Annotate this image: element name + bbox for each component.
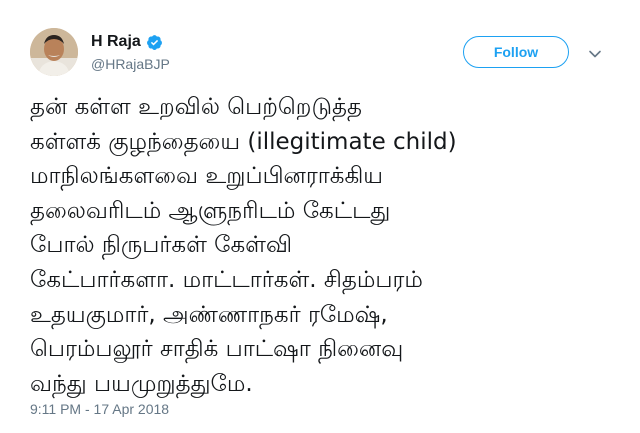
tweet-line: வந்து பயமுறுத்துமே. <box>30 370 253 397</box>
follow-button[interactable]: Follow <box>463 36 569 68</box>
avatar[interactable] <box>30 28 78 76</box>
tweet-card: H Raja @HRajaBJP Follow தன் கள்ள உறவில் … <box>0 0 640 433</box>
tweet-line: கள்ளக் குழந்தையை (illegitimate child) <box>30 128 457 155</box>
tweet-line: தன் கள்ள உறவில் பெற்றெடுத்த <box>30 94 362 120</box>
tweet-line: மாநிலங்களவை உறுப்பினராக்கிய <box>30 163 384 190</box>
avatar-photo <box>30 28 78 76</box>
chevron-down-icon[interactable] <box>588 46 602 60</box>
tweet-line: தலைவரிடம் ஆளுநரிடம் கேட்டது <box>30 197 391 224</box>
tweet-line: போல் நிருபர்கள் கேள்வி <box>30 232 293 259</box>
tweet-text: தன் கள்ள உறவில் பெற்றெடுத்த கள்ளக் குழந்… <box>30 90 610 401</box>
tweet-line: உதயகுமார், அண்ணாநகர் ரமேஷ், <box>30 301 388 328</box>
tweet-line: பெரம்பலூர் சாதிக் பாட்ஷா நினைவு <box>30 336 404 363</box>
user-handle[interactable]: @HRajaBJP <box>91 56 170 72</box>
tweet-timestamp[interactable]: 9:11 PM - 17 Apr 2018 <box>30 401 169 417</box>
tweet-line: கேட்பார்களா. மாட்டார்கள். சிதம்பரம் <box>30 266 423 293</box>
verified-badge-icon <box>146 34 163 51</box>
display-name[interactable]: H Raja <box>91 33 141 51</box>
user-name-row: H Raja <box>91 33 163 51</box>
